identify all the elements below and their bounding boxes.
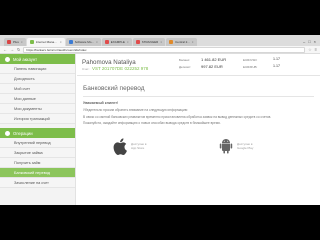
- account-number: VST 201707DE 022252 978: [92, 66, 149, 71]
- user-name: Pahomova Nataliya: [82, 59, 136, 66]
- sidebar-section-title: Мой аккаунт: [13, 56, 38, 62]
- forward-icon[interactable]: →: [10, 47, 14, 52]
- browser-tab[interactable]: STRANGER ×: [132, 38, 166, 46]
- browser-tab[interactable]: Plus ×: [4, 38, 26, 46]
- back-icon[interactable]: ←: [3, 47, 7, 52]
- sidebar-item-label: История транзакций: [14, 116, 50, 121]
- close-window-icon[interactable]: ×: [314, 39, 316, 44]
- tab-close-icon[interactable]: ×: [127, 40, 129, 44]
- browser-toolbar: ← → ↻ https://bankers.ferrari.nl/aud/ru/…: [0, 46, 320, 54]
- tab-close-icon[interactable]: ×: [160, 40, 162, 44]
- tab-label: STRANGER: [141, 40, 159, 44]
- browser-tab[interactable]: EXAMPLE ×: [101, 38, 132, 46]
- sidebar-item-dashboard[interactable]: Панель навигации: [0, 64, 75, 74]
- account-label: Счет:: [82, 67, 90, 71]
- browser-tab-active[interactable]: Internet Manager ×: [26, 38, 65, 46]
- letterbox-bottom: [0, 205, 320, 240]
- tab-label: Internet Manager: [35, 40, 58, 44]
- browser-menu-icon[interactable]: ≡: [315, 47, 317, 52]
- maximize-icon[interactable]: □: [308, 39, 310, 44]
- tab-close-icon[interactable]: ×: [192, 40, 194, 44]
- tab-label: Central 2...: [175, 40, 190, 44]
- google-play-link[interactable]: Доступно в Google Play: [219, 138, 253, 154]
- sidebar-item-internal-transfer[interactable]: Внутренний перевод: [0, 138, 75, 148]
- deposit-value: 997.82 EUR: [201, 64, 223, 69]
- tab-label: Software Mo...: [74, 40, 94, 44]
- sidebar-item-label: Мой счет: [14, 86, 31, 91]
- operations-icon: [5, 130, 10, 136]
- tab-favicon-icon: [68, 40, 73, 44]
- reload-icon[interactable]: ↻: [17, 47, 20, 52]
- app-store-text: Доступно в App Store: [131, 142, 147, 150]
- url-text: https://bankers.ferrari.nl/aud/ru/oem/id…: [26, 47, 87, 52]
- sidebar-item-my-documents[interactable]: Мои документы: [0, 104, 75, 114]
- deposit-label: Депозит:: [179, 65, 192, 69]
- sidebar-item-close-loan[interactable]: Закрытие займа: [0, 148, 75, 158]
- notice-text: В связи со сменой банковских реквизитов …: [83, 114, 272, 119]
- tab-strip: Plus × Internet Manager × Software Mo...…: [0, 35, 320, 46]
- app-store-link[interactable]: Доступно в App Store: [113, 138, 147, 155]
- sidebar-item-my-account[interactable]: Мой счет: [0, 84, 75, 94]
- sidebar-item-label: Панель навигации: [14, 66, 47, 71]
- tab-favicon-icon: [29, 40, 34, 44]
- sidebar-item-get-loan[interactable]: Получить займ: [0, 158, 75, 168]
- tab-favicon-icon: [104, 40, 109, 44]
- page-title: Банковский перевод: [83, 85, 145, 92]
- browser-window: Plus × Internet Manager × Software Mo...…: [0, 35, 320, 205]
- sidebar-item-transaction-history[interactable]: История транзакций: [0, 114, 75, 124]
- sidebar-section-title: Операции: [13, 130, 33, 136]
- rate-value: 1.17: [273, 57, 280, 61]
- notice-text: Пожалуйста, ожидайте информацию о новых …: [83, 121, 221, 126]
- sidebar-item-my-data[interactable]: Мои данные: [0, 94, 75, 104]
- rate-label: EUR/RUB:: [243, 65, 258, 69]
- sidebar-item-label: Мои документы: [14, 106, 42, 111]
- sidebar: Мой аккаунт Панель навигации Доходность …: [0, 54, 76, 205]
- tab-close-icon[interactable]: ×: [21, 40, 23, 44]
- account-info-bar: Pahomova Nataliya Счет: VST 201707DE 022…: [77, 54, 320, 76]
- sidebar-item-label: Зачисление на счет: [14, 180, 49, 185]
- sidebar-item-label: Получить займ: [14, 160, 41, 165]
- page-body: Банковский перевод Уважаемый клиент! Убе…: [77, 76, 320, 184]
- app-store-name: App Store: [131, 146, 145, 151]
- balance-label: Баланс:: [179, 58, 191, 62]
- window-controls: – □ ×: [303, 39, 320, 46]
- sidebar-item-label: Закрытие займа: [14, 150, 43, 155]
- tab-close-icon[interactable]: ×: [96, 40, 98, 44]
- sidebar-item-yield[interactable]: Доходность: [0, 74, 75, 84]
- app-download-links: Доступно в App Store Доступно в Google P…: [83, 138, 314, 178]
- account-icon: [5, 56, 10, 62]
- sidebar-item-label: Банковский перевод: [14, 170, 50, 175]
- tab-label: Plus: [13, 40, 19, 44]
- tab-favicon-icon: [7, 40, 11, 44]
- main-content: Pahomova Nataliya Счет: VST 201707DE 022…: [77, 54, 320, 205]
- tab-label: EXAMPLE: [110, 40, 125, 44]
- sidebar-item-bank-transfer[interactable]: Банковский перевод: [0, 168, 75, 178]
- minimize-icon[interactable]: –: [303, 39, 305, 44]
- sidebar-item-label: Внутренний перевод: [14, 140, 51, 145]
- divider: [83, 96, 314, 97]
- notice-text: Убедительно просим обратить внимание на …: [83, 108, 189, 112]
- rate-label: EUR/USD:: [243, 58, 258, 62]
- address-bar[interactable]: https://bankers.ferrari.nl/aud/ru/oem/id…: [23, 46, 306, 53]
- browser-tab[interactable]: Central 2... ×: [166, 38, 197, 46]
- apple-icon: [113, 138, 127, 155]
- bookmark-star-icon[interactable]: ☆: [308, 47, 312, 52]
- tab-close-icon[interactable]: ×: [60, 40, 62, 44]
- notice-heading: Уважаемый клиент!: [83, 101, 119, 105]
- tab-favicon-icon: [169, 40, 174, 44]
- browser-tab[interactable]: Software Mo... ×: [65, 38, 101, 46]
- balance-value: 1 461.82 EUR: [201, 57, 227, 62]
- sidebar-item-label: Доходность: [14, 76, 35, 81]
- rate-value: 1.17: [273, 64, 280, 68]
- sidebar-item-label: Мои данные: [14, 96, 36, 101]
- google-play-text: Доступно в Google Play: [237, 142, 253, 150]
- sidebar-section-operations[interactable]: Операции: [0, 128, 75, 138]
- google-play-name: Google Play: [237, 145, 254, 150]
- tab-favicon-icon: [135, 40, 140, 44]
- android-icon: [219, 138, 233, 154]
- sidebar-section-account[interactable]: Мой аккаунт: [0, 54, 75, 64]
- sidebar-item-deposit[interactable]: Зачисление на счет: [0, 178, 75, 188]
